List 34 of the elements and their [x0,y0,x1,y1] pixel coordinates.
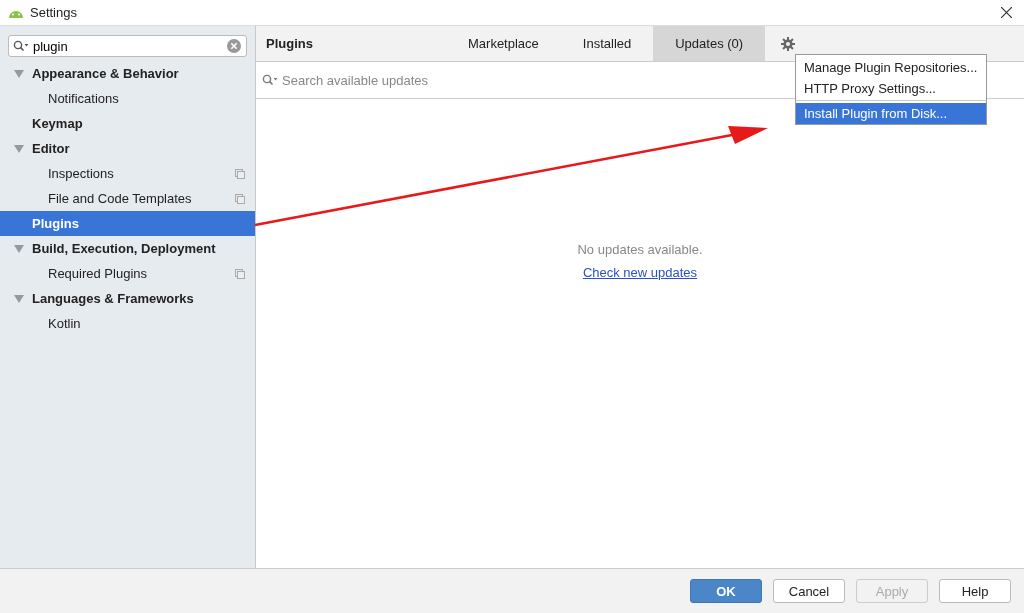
menu-item[interactable]: HTTP Proxy Settings... [796,78,986,99]
tree-item[interactable]: Appearance & Behavior [0,61,255,86]
menu-item[interactable]: Install Plugin from Disk... [796,103,986,124]
search-icon [262,74,278,86]
expand-arrow-icon[interactable] [14,144,24,153]
close-icon[interactable] [1001,7,1012,18]
dialog-button[interactable]: Cancel [773,579,845,603]
tree-item[interactable]: Kotlin [0,311,255,336]
search-icon [13,40,29,52]
search-field[interactable]: plugin [8,35,247,57]
tree-item[interactable]: File and Code Templates [0,186,255,211]
tree-item[interactable]: Build, Execution, Deployment [0,236,255,261]
settings-icon[interactable] [781,36,796,51]
window-title: Settings [30,5,77,20]
panel-title: Plugins [266,36,314,51]
expand-arrow-icon[interactable] [14,69,24,78]
tree-item[interactable]: Plugins [0,211,255,236]
dialog-button[interactable]: OK [690,579,762,603]
check-updates-link[interactable]: Check new updates [582,265,698,280]
tree-item[interactable]: Keymap [0,111,255,136]
clear-icon[interactable] [227,39,241,53]
tree-item[interactable]: Notifications [0,86,255,111]
expand-arrow-icon[interactable] [14,244,24,253]
tab[interactable]: Installed [560,26,654,61]
tree-item[interactable]: Inspections [0,161,255,186]
tree-item[interactable]: Languages & Frameworks [0,286,255,311]
tab[interactable]: Updates (0) [653,26,766,61]
tab[interactable]: Marketplace [446,26,561,61]
expand-arrow-icon[interactable] [14,294,24,303]
empty-message: No updates available. [577,242,703,257]
menu-item[interactable]: Manage Plugin Repositories... [796,57,986,78]
tree-item[interactable]: Editor [0,136,255,161]
tree-item[interactable]: Required Plugins [0,261,255,286]
dialog-button[interactable]: Help [939,579,1011,603]
